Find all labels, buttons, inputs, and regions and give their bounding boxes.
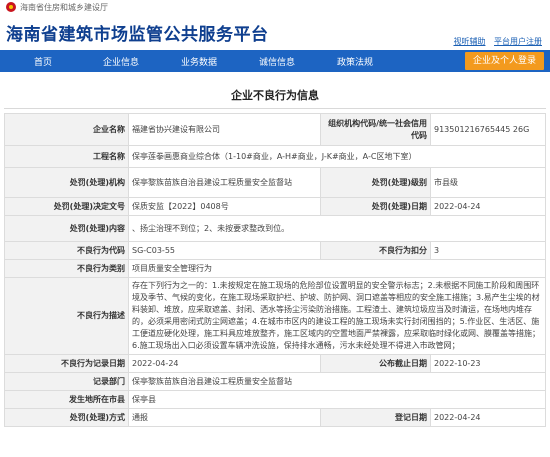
publish-date-label: 登记日期	[320, 408, 431, 427]
org-name: 海南省住房和城乡建设厅	[20, 2, 108, 12]
record-date-value: 2022-04-24	[128, 354, 321, 373]
emblem-icon	[6, 2, 16, 12]
level-value: 市县级	[430, 167, 546, 198]
panel-title: 企业不良行为信息	[4, 84, 546, 109]
site-header: 海南省建筑市场监管公共服务平台 视听辅助 平台用户注册	[0, 14, 550, 50]
valid-until-value: 2022-10-23	[430, 354, 546, 373]
status-value: 通报	[128, 408, 321, 427]
date-label: 处罚(处理)日期	[320, 197, 431, 216]
table-row: 处罚(处理)内容 、扬尘治理不到位；2、未按要求整改到位。	[4, 215, 546, 242]
handling-org-value: 保亭黎族苗族自治县建设工程质量安全监督站	[128, 167, 321, 198]
score-value: 3	[430, 241, 546, 260]
table-row: 不良行为记录日期 2022-04-24 公布截止日期 2022-10-23	[4, 354, 546, 373]
category-label: 不良行为类别	[4, 259, 129, 278]
nav-company-info[interactable]: 企业信息	[82, 55, 160, 68]
record-date-label: 不良行为记录日期	[4, 354, 129, 373]
detail-panel: 企业不良行为信息 企业名称 福建省协兴建设有限公司 组织机构代码/统一社会信用代…	[4, 84, 546, 427]
header-links: 视听辅助 平台用户注册	[447, 36, 542, 47]
valid-until-label: 公布截止日期	[320, 354, 431, 373]
table-row: 不良行为描述 存在下列行为之一的：1.未按规定在施工现场的危险部位设置明显的安全…	[4, 277, 546, 355]
table-row: 工程名称 保亭莲拳画惠商业综合体（1-10#商业，A-H#商业，J-K#商业，A…	[4, 145, 546, 168]
score-label: 不良行为扣分	[320, 241, 431, 260]
table-row: 处罚(处理)机构 保亭黎族苗族自治县建设工程质量安全监督站 处罚(处理)级别 市…	[4, 167, 546, 198]
table-row: 不良行为类别 项目质量安全管理行为	[4, 259, 546, 278]
handling-org-label: 处罚(处理)机构	[4, 167, 129, 198]
description-label: 不良行为描述	[4, 277, 129, 355]
status-label: 处罚(处理)方式	[4, 408, 129, 427]
category-value: 项目质量安全管理行为	[128, 259, 546, 278]
publish-date-value: 2022-04-24	[430, 408, 546, 427]
record-org-label: 记录部门	[4, 372, 129, 391]
behavior-code-label: 不良行为代码	[4, 241, 129, 260]
company-value: 福建省协兴建设有限公司	[128, 113, 321, 146]
top-strip: 海南省住房和城乡建设厅	[0, 0, 550, 14]
table-row: 记录部门 保亭黎族苗族自治县建设工程质量安全监督站	[4, 372, 546, 391]
detail-table: 企业名称 福建省协兴建设有限公司 组织机构代码/统一社会信用代码 9135012…	[4, 113, 546, 427]
doc-label: 处罚(处理)决定文号	[4, 197, 129, 216]
project-value: 保亭莲拳画惠商业综合体（1-10#商业，A-H#商业，J-K#商业，A-C区地下…	[128, 145, 546, 168]
behavior-code-value: SG-C03-55	[128, 241, 321, 260]
record-org-value: 保亭黎族苗族自治县建设工程质量安全监督站	[128, 372, 546, 391]
nav-credit-info[interactable]: 诚信信息	[238, 55, 316, 68]
table-row: 发生地所在市县 保亭县	[4, 390, 546, 409]
table-row: 企业名称 福建省协兴建设有限公司 组织机构代码/统一社会信用代码 9135012…	[4, 113, 546, 146]
nav-home[interactable]: 首页	[4, 55, 82, 68]
date-value: 2022-04-24	[430, 197, 546, 216]
main-nav: 首页 企业信息 业务数据 诚信信息 政策法规 企业及个人登录	[0, 50, 550, 72]
content-value: 、扬尘治理不到位；2、未按要求整改到位。	[128, 215, 546, 242]
project-label: 工程名称	[4, 145, 129, 168]
location-value: 保亭县	[128, 390, 546, 409]
location-label: 发生地所在市县	[4, 390, 129, 409]
code-value: 913501216765445 26G	[430, 113, 546, 146]
nav-policy[interactable]: 政策法规	[316, 55, 394, 68]
company-label: 企业名称	[4, 113, 129, 146]
table-row: 处罚(处理)方式 通报 登记日期 2022-04-24	[4, 408, 546, 427]
level-label: 处罚(处理)级别	[320, 167, 431, 198]
description-value: 存在下列行为之一的：1.未按规定在施工现场的危险部位设置明显的安全警示标志；2.…	[128, 277, 546, 355]
nav-business-data[interactable]: 业务数据	[160, 55, 238, 68]
table-row: 不良行为代码 SG-C03-55 不良行为扣分 3	[4, 241, 546, 260]
code-label: 组织机构代码/统一社会信用代码	[320, 113, 431, 146]
accessible-link[interactable]: 视听辅助	[453, 37, 485, 46]
table-row: 处罚(处理)决定文号 保质安监【2022】0408号 处罚(处理)日期 2022…	[4, 197, 546, 216]
site-title: 海南省建筑市场监管公共服务平台	[6, 25, 269, 45]
register-link[interactable]: 平台用户注册	[494, 37, 542, 46]
content-label: 处罚(处理)内容	[4, 215, 129, 242]
doc-value: 保质安监【2022】0408号	[128, 197, 321, 216]
login-button[interactable]: 企业及个人登录	[464, 52, 544, 70]
